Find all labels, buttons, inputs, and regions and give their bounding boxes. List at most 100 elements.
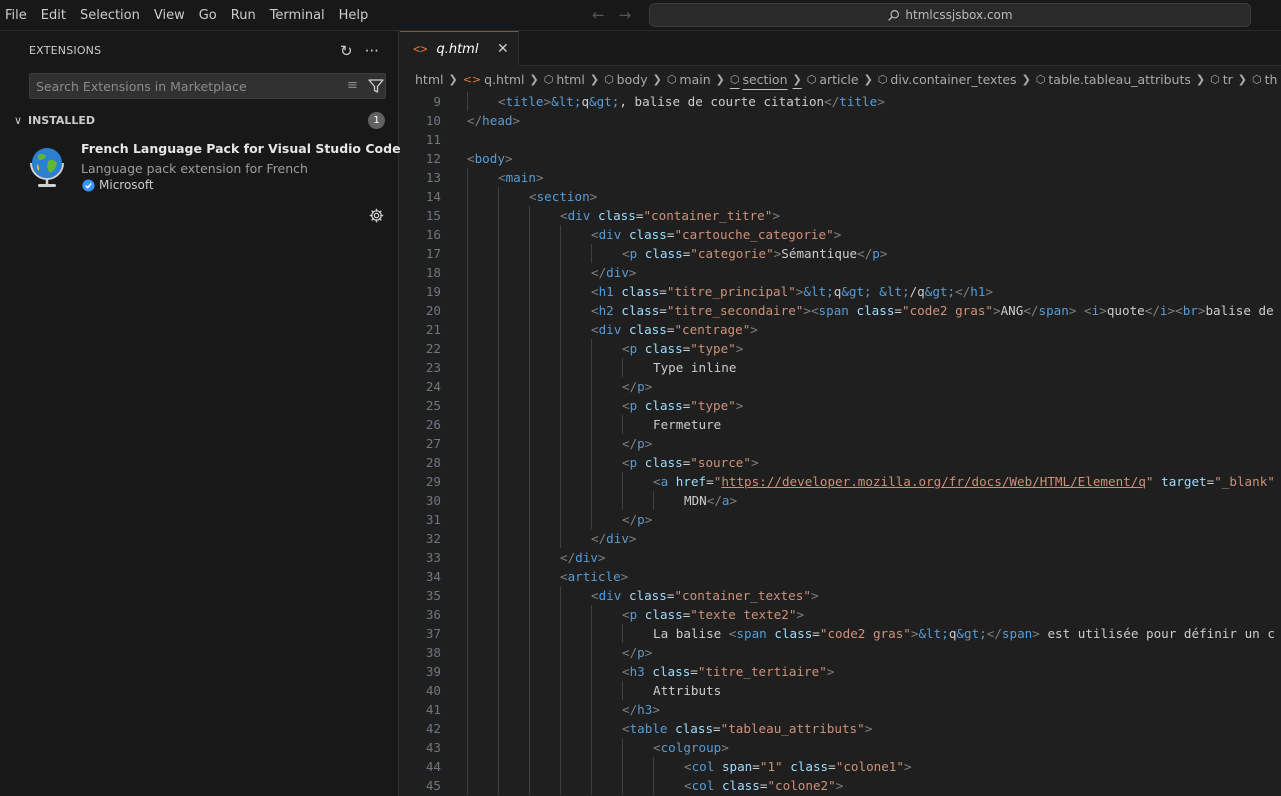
refresh-icon[interactable]: ↻ — [340, 42, 353, 60]
code-line[interactable]: 34 <article> — [400, 567, 1281, 586]
code-line[interactable]: 37 La balise <span class="code2 gras">&lt… — [400, 624, 1281, 643]
code-token: colgroup — [660, 740, 722, 755]
extension-name: French Language Pack for Visual Studio C… — [81, 141, 401, 156]
code-token: < — [622, 246, 630, 261]
code-line[interactable]: 26 Fermeture — [400, 415, 1281, 434]
code-line[interactable]: 20 <h2 class="titre_secondaire"><span cla… — [400, 301, 1281, 320]
code-line[interactable]: 39 <h3 class="titre_tertiaire"> — [400, 662, 1281, 681]
breadcrumb-item[interactable]: ⬡ tr ❯ — [1210, 72, 1252, 87]
code-line[interactable]: 43 <colgroup> — [400, 738, 1281, 757]
chevron-right-icon: ❯ — [448, 72, 458, 86]
code-line[interactable]: 32 </div> — [400, 529, 1281, 548]
code-line[interactable]: 28 <p class="source"> — [400, 453, 1281, 472]
breadcrumb-item[interactable]: ⬡ article ❯ — [807, 72, 878, 87]
code-token: La balise — [653, 626, 729, 641]
menu-view[interactable]: View — [147, 0, 192, 31]
menu-selection[interactable]: Selection — [73, 0, 147, 31]
code-line[interactable]: 42 <table class="tableau_attributs"> — [400, 719, 1281, 738]
code-text: </div> — [591, 529, 637, 548]
menu-file[interactable]: File — [0, 0, 34, 31]
breadcrumb-item[interactable]: ⬡ body ❯ — [604, 72, 667, 87]
breadcrumb-label: section — [742, 71, 788, 87]
menu-go[interactable]: Go — [192, 0, 224, 31]
clear-filter-icon[interactable]: ≡ — [347, 78, 358, 93]
breadcrumb-item[interactable]: ⬡ div.container_textes ❯ — [878, 72, 1036, 87]
code-text: MDN</a> — [684, 491, 737, 510]
close-icon[interactable]: ✕ — [497, 41, 509, 57]
extension-list-item[interactable]: French Language Pack for Visual Studio C… — [0, 138, 401, 223]
installed-section-header[interactable]: ∨ INSTALLED — [14, 112, 389, 128]
code-line[interactable]: 25 <p class="type"> — [400, 396, 1281, 415]
breadcrumb-item[interactable]: <> q.html ❯ — [463, 72, 544, 87]
filter-icon[interactable] — [367, 77, 385, 95]
code-token: p — [637, 436, 645, 451]
command-center-label: htmlcssjsbox.com — [905, 8, 1013, 22]
back-arrow-icon[interactable]: ← — [592, 6, 605, 24]
search-icon — [888, 9, 900, 21]
line-number: 9 — [433, 94, 441, 109]
code-line[interactable]: 31 </p> — [400, 510, 1281, 529]
code-line[interactable]: 27 </p> — [400, 434, 1281, 453]
indent-guide — [467, 510, 468, 529]
code-token: > — [721, 740, 729, 755]
code-line[interactable]: 38 </p> — [400, 643, 1281, 662]
code-line[interactable]: 22 <p class="type"> — [400, 339, 1281, 358]
breadcrumb-item[interactable]: html ❯ — [415, 72, 463, 87]
breadcrumb-item[interactable]: ⬡ th — [1252, 72, 1277, 87]
code-line[interactable]: 17 <p class="categorie">Sémantique</p> — [400, 244, 1281, 263]
menu-help[interactable]: Help — [332, 0, 376, 31]
code-token: < — [591, 588, 599, 603]
menu-edit[interactable]: Edit — [34, 0, 73, 31]
code-token: div — [598, 322, 622, 337]
code-line[interactable]: 44 <col span="1" class="colone1"> — [400, 757, 1281, 776]
breadcrumb-item[interactable]: ⬡ html ❯ — [544, 72, 604, 87]
indent-guide — [498, 339, 499, 358]
code-text: </p> — [622, 377, 652, 396]
code-line[interactable]: 11 — [400, 130, 1281, 149]
breadcrumb-item[interactable]: ⬡ table.tableau_attributs ❯ — [1036, 72, 1210, 87]
indent-guide — [529, 700, 530, 719]
extension-search-input[interactable] — [36, 77, 336, 95]
code-line[interactable]: 15 <div class="container_titre"> — [400, 206, 1281, 225]
code-line[interactable]: 12 <body> — [400, 149, 1281, 168]
code-line[interactable]: 19 <h1 class="titre_principal">&lt;q&gt; … — [400, 282, 1281, 301]
code-token: class — [721, 778, 760, 793]
indent-guide — [498, 491, 499, 510]
line-number: 43 — [425, 740, 441, 755]
line-number: 20 — [425, 303, 441, 318]
code-text: Attributs — [653, 681, 721, 700]
code-line[interactable]: 35 <div class="container_textes"> — [400, 586, 1281, 605]
code-line[interactable]: 16 <div class="cartouche_categorie"> — [400, 225, 1281, 244]
code-line[interactable]: 23 Type inline — [400, 358, 1281, 377]
code-token: < — [591, 227, 599, 242]
code-text: <h3 class="titre_tertiaire"> — [622, 662, 834, 681]
code-line[interactable]: 36 <p class="texte texte2"> — [400, 605, 1281, 624]
tab-q-html[interactable]: <> q.html ✕ — [400, 31, 519, 66]
code-line[interactable]: 21 <div class="centrage"> — [400, 320, 1281, 339]
code-line[interactable]: 24 </p> — [400, 377, 1281, 396]
code-line[interactable]: 29 <a href="https://developer.mozilla.org… — [400, 472, 1281, 491]
code-editor[interactable]: 9 <title>&lt;q&gt;, balise de courte cita… — [400, 92, 1281, 796]
code-line[interactable]: 33 </div> — [400, 548, 1281, 567]
code-line[interactable]: 40 Attributs — [400, 681, 1281, 700]
command-center[interactable]: htmlcssjsbox.com — [649, 3, 1251, 27]
indent-guide — [529, 510, 530, 529]
code-line[interactable]: 13 <main> — [400, 168, 1281, 187]
code-line[interactable]: 9 <title>&lt;q&gt;, balise de courte cita… — [400, 92, 1281, 111]
more-actions-icon[interactable]: ··· — [365, 42, 379, 60]
menu-run[interactable]: Run — [224, 0, 263, 31]
code-line[interactable]: 18 </div> — [400, 263, 1281, 282]
menu-terminal[interactable]: Terminal — [263, 0, 332, 31]
code-line[interactable]: 41 </h3> — [400, 700, 1281, 719]
code-token: > — [644, 436, 653, 451]
code-line[interactable]: 45 <col class="colone2"> — [400, 776, 1281, 795]
gear-icon[interactable] — [369, 208, 384, 223]
code-line[interactable]: 14 <section> — [400, 187, 1281, 206]
forward-arrow-icon[interactable]: → — [619, 6, 632, 24]
code-line[interactable]: 30 MDN</a> — [400, 491, 1281, 510]
breadcrumb-item[interactable]: ⬡ main ❯ — [667, 72, 730, 87]
breadcrumb-item[interactable]: ⬡ section ❯ — [730, 72, 807, 87]
code-token: > — [879, 246, 888, 261]
code-line[interactable]: 10 </head> — [400, 111, 1281, 130]
